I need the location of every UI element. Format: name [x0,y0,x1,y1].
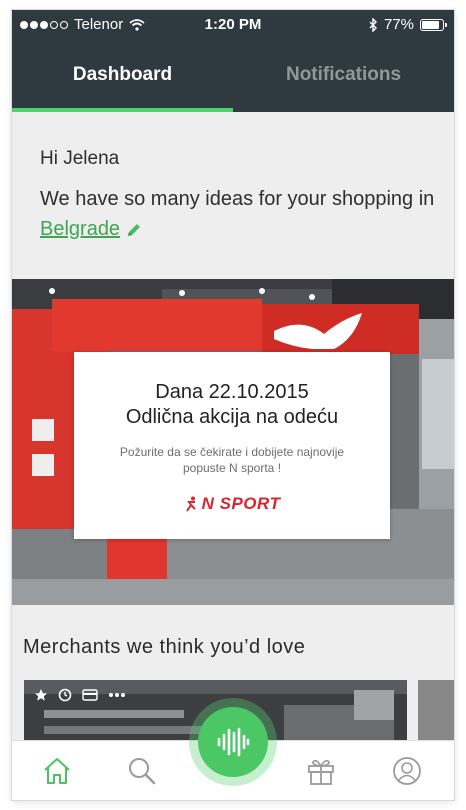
brand-name: N SPORT [201,494,281,513]
tab-notifications[interactable]: Notifications [233,38,454,112]
gift-icon [308,759,334,785]
greeting-title: Hi Jelena [40,148,120,169]
profile-icon [393,757,421,785]
edit-pencil-icon[interactable] [126,222,142,238]
battery-icon [420,18,447,31]
more-icon[interactable] [108,692,126,698]
tab-bar: Dashboard Notifications [12,38,454,112]
app-frame: Telenor 1:20 PM 77% Dashboard Notificati… [12,10,454,800]
promo-card[interactable]: Dana 22.10.2015 Odlična akcija na odeću … [74,352,390,539]
clock-icon [58,688,72,702]
status-right: 77% [369,16,447,33]
voice-icon [217,727,250,757]
promo-title: Dana 22.10.2015 Odlična akcija na odeću [125,381,339,428]
nav-gifts[interactable] [303,753,339,789]
search-icon [129,758,156,785]
voice-button[interactable] [189,698,277,786]
battery-percent: 77% [383,16,414,33]
runner-icon [185,496,196,512]
nav-profile[interactable] [389,753,425,789]
merchants-title: Merchants we think you’d love [23,636,306,658]
card-icons [34,688,126,702]
city-link[interactable]: Belgrade [40,218,120,240]
promo-banner[interactable]: Dana 22.10.2015 Odlična akcija na odeću … [12,279,454,605]
star-icon[interactable] [34,688,48,702]
nav-search[interactable] [124,753,160,789]
promo-subtitle: Požurite da se čekirate i dobijete najno… [119,445,345,475]
greeting: Hi Jelena We have so many ideas for your… [40,148,440,244]
nsport-logo: N SPORT [74,494,390,514]
tab-dashboard[interactable]: Dashboard [12,38,233,112]
card-payment-icon [82,689,98,701]
status-bar: Telenor 1:20 PM 77% [12,10,454,38]
voice-button-inner [198,707,268,777]
greeting-text: We have so many ideas for your shopping … [40,188,435,240]
home-icon [44,758,70,784]
nav-home[interactable] [39,753,75,789]
bluetooth-icon [369,17,377,32]
